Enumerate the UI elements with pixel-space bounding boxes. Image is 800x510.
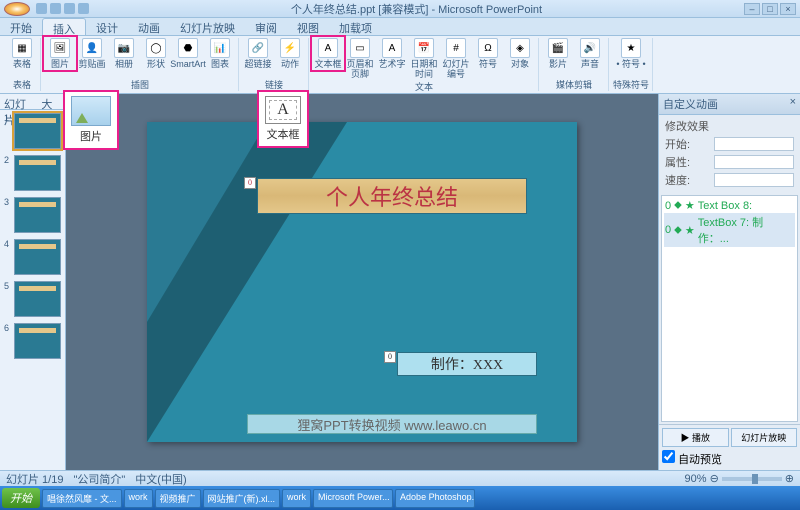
tab-开始[interactable]: 开始 <box>0 18 42 35</box>
window-title: 个人年终总结.ppt [兼容模式] - Microsoft PowerPoint <box>89 1 744 17</box>
title-bar: 个人年终总结.ppt [兼容模式] - Microsoft PowerPoint… <box>0 0 800 18</box>
picture-icon <box>71 96 111 126</box>
maximize-button[interactable]: □ <box>762 3 778 15</box>
taskbar-item[interactable]: Adobe Photoshop... <box>395 489 475 508</box>
textbox-icon: A <box>265 96 301 124</box>
tab-插入[interactable]: 插入 <box>42 18 86 35</box>
ribbon-超链接[interactable]: 🔗超链接 <box>243 38 273 69</box>
minimize-button[interactable]: – <box>744 3 760 15</box>
slide-thumb-3[interactable]: 3 <box>4 197 61 233</box>
callout-textbox-label: 文本框 <box>265 126 301 142</box>
ribbon-声音[interactable]: 🔊声音 <box>575 38 605 69</box>
slide-panel: 幻灯片 大纲 123456 <box>0 94 66 470</box>
tab-outline[interactable]: 大纲 <box>37 94 65 109</box>
animation-pane-close-icon[interactable]: × <box>790 96 796 112</box>
ribbon-SmartArt[interactable]: ⬣SmartArt <box>173 38 203 69</box>
slide-title-textbox[interactable]: 个人年终总结 <box>257 178 527 214</box>
ribbon-剪贴画[interactable]: 👤剪贴画 <box>77 38 107 69</box>
slide-thumb-6[interactable]: 6 <box>4 323 61 359</box>
animation-pane-title: 自定义动画 <box>663 96 718 112</box>
ribbon-动作[interactable]: ⚡动作 <box>275 38 305 69</box>
anim-item[interactable]: 0⬥★Text Box 8: <box>664 198 795 213</box>
animation-list[interactable]: 0⬥★Text Box 8:0⬥★TextBox 7: 制作：... <box>661 195 798 422</box>
slide: 个人年终总结 制作：XXX 狸窝PPT转换视频 www.leawo.cn <box>147 122 577 442</box>
tab-动画[interactable]: 动画 <box>128 18 170 35</box>
slideshow-button[interactable]: 幻灯片放映 <box>731 428 798 447</box>
slide-thumb-2[interactable]: 2 <box>4 155 61 191</box>
start-button[interactable]: 开始 <box>2 488 40 508</box>
ribbon-文本框[interactable]: A文本框 <box>313 38 343 69</box>
tab-设计[interactable]: 设计 <box>86 18 128 35</box>
taskbar-item[interactable]: work <box>282 489 311 508</box>
taskbar: 开始 唱徐然风靡 - 文...work视频推广网站推广(新).xl...work… <box>0 486 800 510</box>
slide-canvas[interactable]: 个人年终总结 制作：XXX 狸窝PPT转换视频 www.leawo.cn <box>66 94 658 470</box>
ribbon-日期和时间[interactable]: 📅日期和时间 <box>409 38 439 79</box>
callout-picture: 图片 <box>63 90 119 150</box>
ribbon-图片[interactable]: 🖼图片 <box>45 38 75 69</box>
status-theme: "公司简介" <box>73 471 125 487</box>
animation-pane: 自定义动画× 修改效果 开始:属性:速度: 0⬥★Text Box 8:0⬥★T… <box>658 94 800 470</box>
tab-加载项[interactable]: 加载项 <box>329 18 382 35</box>
ribbon-• 符号 •[interactable]: ★• 符号 • <box>616 38 646 69</box>
taskbar-item[interactable]: 网站推广(新).xl... <box>203 489 281 508</box>
tab-slides[interactable]: 幻灯片 <box>0 94 37 109</box>
ribbon-形状[interactable]: ◯形状 <box>141 38 171 69</box>
window-controls: – □ × <box>744 3 796 15</box>
ribbon-幻灯片编号[interactable]: #幻灯片编号 <box>441 38 471 79</box>
slide-watermark: 狸窝PPT转换视频 www.leawo.cn <box>247 414 537 434</box>
slide-thumb-4[interactable]: 4 <box>4 239 61 275</box>
ribbon-页眉和页脚[interactable]: ▭页眉和页脚 <box>345 38 375 79</box>
ribbon-表格[interactable]: ▦表格 <box>7 38 37 69</box>
tab-视图[interactable]: 视图 <box>287 18 329 35</box>
tab-审阅[interactable]: 审阅 <box>245 18 287 35</box>
taskbar-item[interactable]: 唱徐然风靡 - 文... <box>42 489 122 508</box>
modify-effect-label: 修改效果 <box>665 118 794 134</box>
ribbon-图表[interactable]: 📊图表 <box>205 38 235 69</box>
play-button[interactable]: ▶ 播放 <box>662 428 729 447</box>
ribbon-相册[interactable]: 📷相册 <box>109 38 139 69</box>
ribbon-对象[interactable]: ◈对象 <box>505 38 535 69</box>
ribbon-影片[interactable]: 🎬影片 <box>543 38 573 69</box>
ribbon-艺术字[interactable]: A艺术字 <box>377 38 407 69</box>
taskbar-item[interactable]: 视频推广 <box>155 489 201 508</box>
ribbon: ▦表格表格🖼图片👤剪贴画📷相册◯形状⬣SmartArt📊图表插图🔗超链接⚡动作链… <box>0 36 800 94</box>
tab-幻灯片放映[interactable]: 幻灯片放映 <box>170 18 245 35</box>
slide-panel-tabs: 幻灯片 大纲 <box>0 94 65 110</box>
ribbon-tabs: 开始插入设计动画幻灯片放映审阅视图加载项 <box>0 18 800 36</box>
zoom-control[interactable]: 90% ⊖⊕ <box>685 472 794 485</box>
callout-picture-label: 图片 <box>71 128 111 144</box>
work-area: 幻灯片 大纲 123456 个人年终总结 制作：XXX 狸窝PPT转换视频 ww… <box>0 94 800 470</box>
slide-thumb-5[interactable]: 5 <box>4 281 61 317</box>
auto-preview-checkbox[interactable]: 自动预览 <box>662 454 722 466</box>
zoom-value: 90% <box>685 473 707 485</box>
slide-author-textbox[interactable]: 制作：XXX <box>397 352 537 376</box>
office-button[interactable] <box>4 2 30 16</box>
status-slide-number: 幻灯片 1/19 <box>6 471 63 487</box>
quick-access-toolbar[interactable] <box>36 3 89 14</box>
callout-textbox: A 文本框 <box>257 90 309 148</box>
taskbar-item[interactable]: Microsoft Power... <box>313 489 393 508</box>
ribbon-符号[interactable]: Ω符号 <box>473 38 503 69</box>
anim-item[interactable]: 0⬥★TextBox 7: 制作：... <box>664 213 795 247</box>
taskbar-item[interactable]: work <box>124 489 153 508</box>
close-button[interactable]: × <box>780 3 796 15</box>
status-language: 中文(中国) <box>135 471 186 487</box>
status-bar: 幻灯片 1/19 "公司简介" 中文(中国) 90% ⊖⊕ <box>0 470 800 486</box>
